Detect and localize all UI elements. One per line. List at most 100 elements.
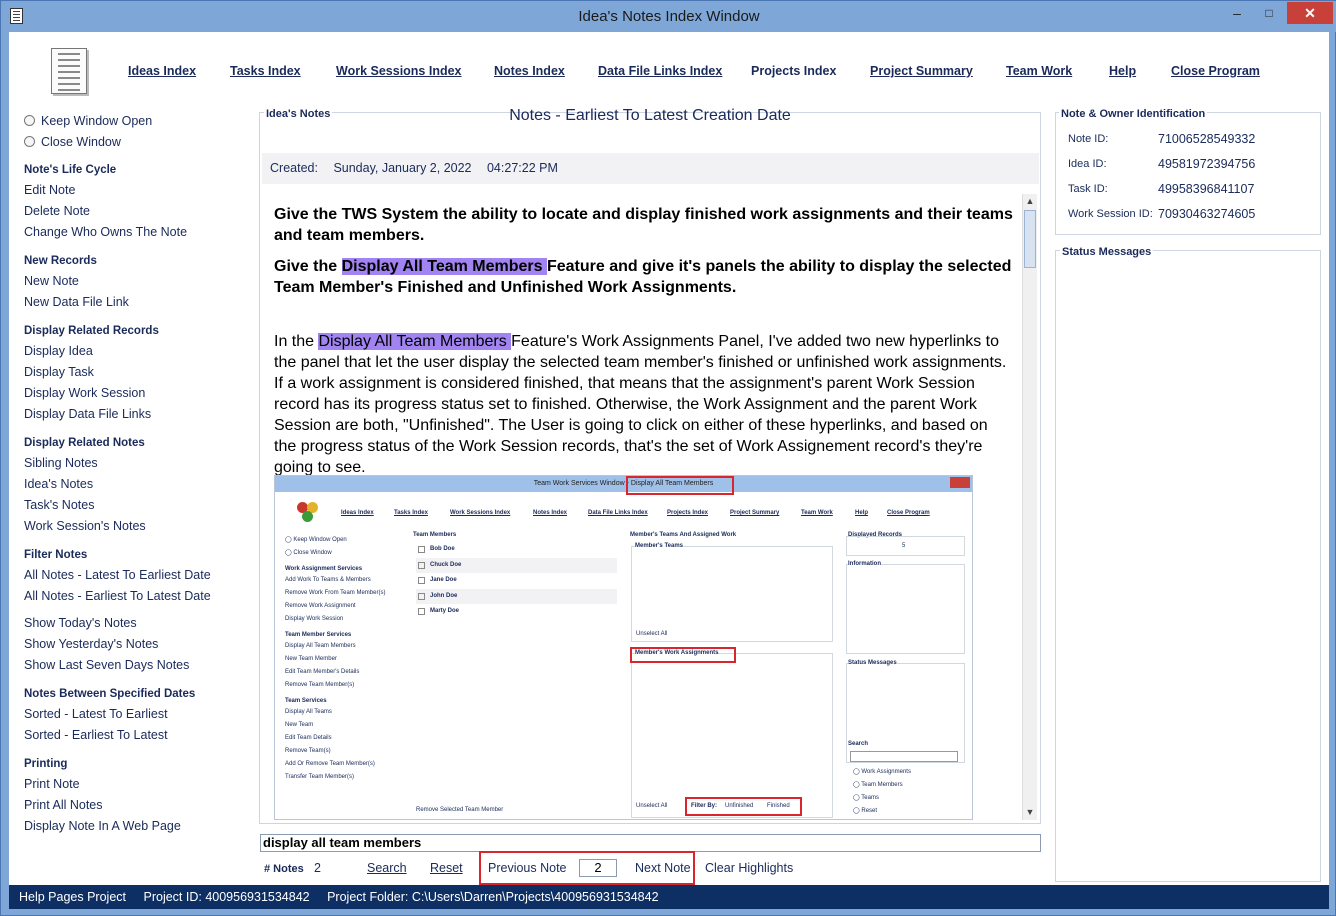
sidebar-link-edit-note[interactable]: Edit Note <box>24 180 254 201</box>
sidebar-link-all-notes-earliest-to-latest-date[interactable]: All Notes - Earliest To Latest Date <box>24 586 254 607</box>
scroll-thumb[interactable] <box>1024 210 1036 268</box>
embedded-link-add-work-to-teams-members: Add Work To Teams & Members <box>285 577 371 583</box>
id-row-task-id: Task ID: 49958396841107 <box>1068 182 1254 196</box>
search-link[interactable]: Search <box>367 861 407 875</box>
sidebar-link-display-work-session[interactable]: Display Work Session <box>24 383 254 404</box>
close-button[interactable]: ✕ <box>1287 2 1333 24</box>
embedded-assignments-box <box>631 653 833 818</box>
nav-notes-index[interactable]: Notes Index <box>494 64 565 78</box>
embedded-unselect-all: Unselect All <box>636 631 668 637</box>
search-highlight: Display All Team Members <box>318 333 512 350</box>
embedded-title-bar: Team Work Services Window - Display All … <box>275 476 972 492</box>
notes-count: 2 <box>314 861 321 875</box>
sidebar-link-show-yesterday-s-notes[interactable]: Show Yesterday's Notes <box>24 634 254 655</box>
nav-close-program[interactable]: Close Program <box>1171 64 1260 78</box>
embedded-search-option-reset: ◯ Reset <box>853 808 878 814</box>
section-header-display-related-records: Display Related Records <box>24 325 159 337</box>
embedded-teams-box <box>631 546 833 642</box>
sidebar-link-show-last-seven-days-notes[interactable]: Show Last Seven Days Notes <box>24 655 254 676</box>
sidebar-link-new-data-file-link[interactable]: New Data File Link <box>24 292 254 313</box>
checkbox-icon <box>418 546 425 553</box>
embedded-search-label: Search <box>848 741 869 747</box>
id-value: 49958396841107 <box>1158 182 1255 196</box>
embedded-link-remove-team-s: Remove Team(s) <box>285 748 331 754</box>
nav-ideas-index[interactable]: Ideas Index <box>128 64 196 78</box>
sidebar-link-delete-note[interactable]: Delete Note <box>24 201 254 222</box>
embedded-member-name: John Doe <box>430 592 458 599</box>
close-window-radio[interactable]: Close Window <box>24 131 254 152</box>
embedded-nav-help: Help <box>855 510 869 516</box>
sidebar-link-task-s-notes[interactable]: Task's Notes <box>24 495 254 516</box>
created-date: Sunday, January 2, 2022 <box>333 161 472 175</box>
sidebar-link-display-task[interactable]: Display Task <box>24 362 254 383</box>
id-value: 71006528549332 <box>1158 132 1256 146</box>
maximize-button[interactable]: □ <box>1255 2 1283 24</box>
reset-link[interactable]: Reset <box>430 861 463 875</box>
embedded-remove-selected: Remove Selected Team Member <box>416 807 504 813</box>
embedded-nav-work-sessions-index: Work Sessions Index <box>450 510 511 516</box>
sidebar-link-sorted-latest-to-earliest[interactable]: Sorted - Latest To Earliest <box>24 704 254 725</box>
keep-window-open-radio[interactable]: Keep Window Open <box>24 110 254 131</box>
id-label: Task ID: <box>1068 183 1108 195</box>
sidebar-link-sibling-notes[interactable]: Sibling Notes <box>24 453 254 474</box>
sidebar-link-new-note[interactable]: New Note <box>24 271 254 292</box>
notes-logo-icon <box>51 48 87 94</box>
embedded-search-option-teams: ◯ Teams <box>853 795 879 801</box>
sidebar-link-change-who-owns-the-note[interactable]: Change Who Owns The Note <box>24 222 254 243</box>
embedded-member-row: John Doe <box>416 588 617 604</box>
embedded-red-highlight <box>626 476 734 495</box>
embedded-search-option-work-assignments: ◯ Work Assignments <box>853 769 911 775</box>
search-input[interactable]: display all team members <box>260 834 1041 852</box>
section-header-display-related-notes: Display Related Notes <box>24 437 145 449</box>
nav-project-summary[interactable]: Project Summary <box>870 64 973 78</box>
sidebar-link-show-today-s-notes[interactable]: Show Today's Notes <box>24 613 254 634</box>
embedded-link-remove-work-from-team-member-s: Remove Work From Team Member(s) <box>285 590 386 596</box>
embedded-link-display-all-teams: Display All Teams <box>285 709 332 715</box>
sidebar-link-idea-s-notes[interactable]: Idea's Notes <box>24 474 254 495</box>
notes-count-label: # Notes <box>264 863 304 875</box>
status-project: Help Pages Project <box>19 890 127 904</box>
id-row-note-id: Note ID: 71006528549332 <box>1068 132 1255 146</box>
nav-work-sessions-index[interactable]: Work Sessions Index <box>336 64 462 78</box>
embedded-team-members-label: Team Members <box>413 532 457 538</box>
status-project-folder: Project Folder: C:\Users\Darren\Projects… <box>327 890 659 904</box>
embedded-status-label: Status Messages <box>848 660 897 666</box>
embedded-displayed-count: 5 <box>902 543 906 549</box>
scroll-down-icon[interactable]: ▼ <box>1023 805 1037 820</box>
nav-help[interactable]: Help <box>1109 64 1136 78</box>
nav-data-file-links-index[interactable]: Data File Links Index <box>598 64 722 78</box>
embedded-close-icon <box>950 477 970 488</box>
checkbox-icon <box>418 592 425 600</box>
sidebar-link-work-session-s-notes[interactable]: Work Session's Notes <box>24 516 254 537</box>
embedded-nav-projects-index: Projects Index <box>667 510 709 516</box>
embedded-nav-tasks-index: Tasks Index <box>394 510 428 516</box>
embedded-section-team-member-services: Team Member Services <box>285 632 352 638</box>
created-row: Created: Sunday, January 2, 2022 04:27:2… <box>262 153 1039 184</box>
nav-tasks-index[interactable]: Tasks Index <box>230 64 301 78</box>
sidebar-link-display-idea[interactable]: Display Idea <box>24 341 254 362</box>
sidebar-link-sorted-earliest-to-latest[interactable]: Sorted - Earliest To Latest <box>24 725 254 746</box>
embedded-member-row: Bob Doe <box>416 542 617 557</box>
sidebar-link-display-data-file-links[interactable]: Display Data File Links <box>24 404 254 425</box>
sidebar-link-print-all-notes[interactable]: Print All Notes <box>24 795 254 816</box>
nav-projects-index[interactable]: Projects Index <box>751 64 836 78</box>
clear-highlights-link[interactable]: Clear Highlights <box>705 861 793 875</box>
id-label: Work Session ID: <box>1068 208 1153 220</box>
note-scrollbar[interactable]: ▲ ▼ <box>1022 194 1037 820</box>
note-number-input[interactable]: 2 <box>579 859 617 877</box>
embedded-information-box <box>846 564 965 654</box>
checkbox-icon <box>418 577 425 584</box>
sidebar-link-display-note-in-a-web-page[interactable]: Display Note In A Web Page <box>24 816 254 837</box>
sidebar-link-print-note[interactable]: Print Note <box>24 774 254 795</box>
id-value: 49581972394756 <box>1158 157 1256 171</box>
next-note-link[interactable]: Next Note <box>635 861 691 875</box>
embedded-link-edit-team-member-s-details: Edit Team Member's Details <box>285 669 360 675</box>
previous-note-link[interactable]: Previous Note <box>488 861 567 875</box>
embedded-nav-notes-index: Notes Index <box>533 510 568 516</box>
nav-team-work[interactable]: Team Work <box>1006 64 1072 78</box>
minimize-button[interactable]: – <box>1223 2 1251 24</box>
scroll-up-icon[interactable]: ▲ <box>1023 194 1037 209</box>
sidebar-link-all-notes-latest-to-earliest-date[interactable]: All Notes - Latest To Earliest Date <box>24 565 254 586</box>
embedded-radio-keep-window-open: ◯ Keep Window Open <box>285 537 347 543</box>
id-value: 70930463274605 <box>1158 207 1256 221</box>
